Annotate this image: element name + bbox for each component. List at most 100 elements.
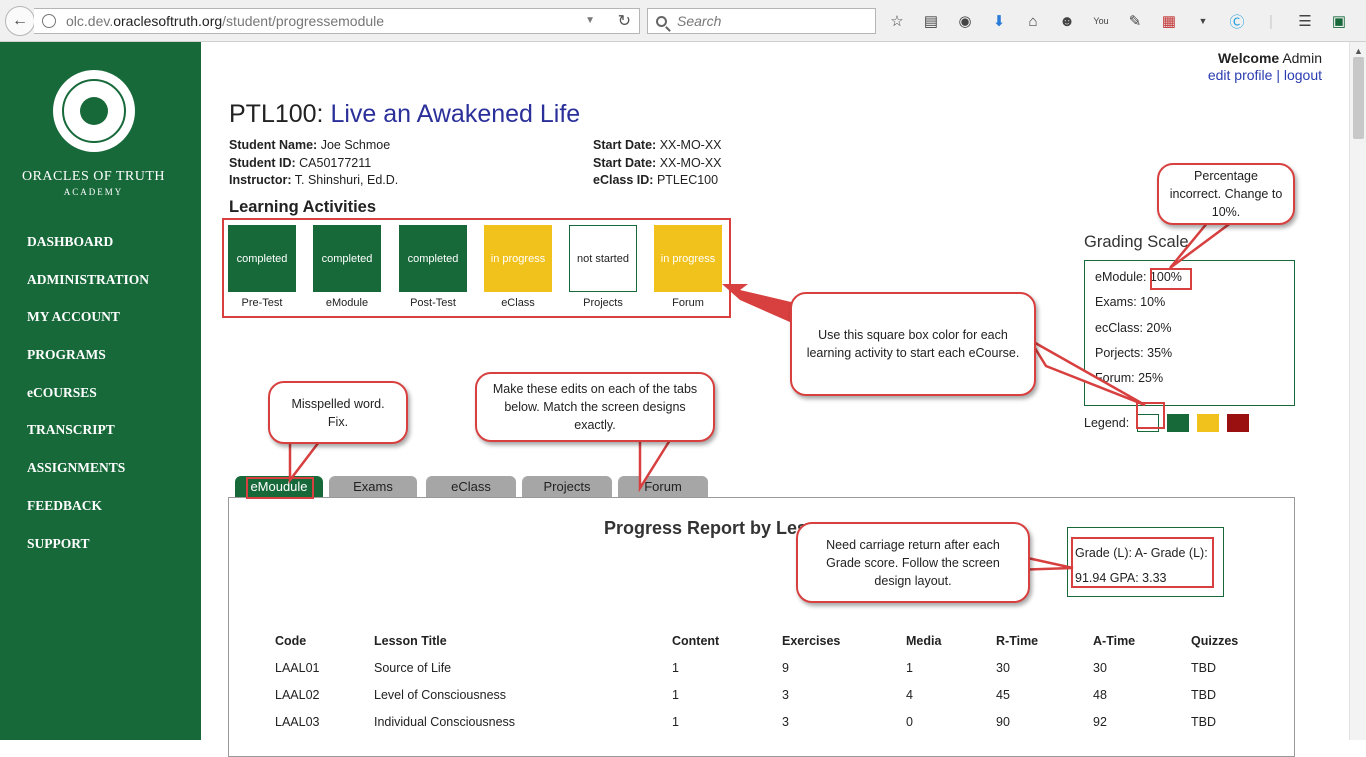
tab-exams[interactable]: Exams [329,476,417,497]
student-name: Joe Schmoe [320,138,391,152]
url-bar[interactable]: olc.dev.oraclesoftruth.org/student/progr… [34,8,640,34]
student-info-right: Start Date: XX-MO-XX Start Date: XX-MO-X… [593,138,722,187]
tab-forum[interactable]: Forum [618,476,708,497]
cell-lesson-title: Individual Consciousness [374,714,516,729]
sidebar-item-support[interactable]: SUPPORT [27,531,149,569]
callout-square-box: Use this square box color for each learn… [790,292,1036,396]
logout-link[interactable]: logout [1284,67,1322,83]
activity-status-box: completed [228,225,296,292]
col-a-time: A-Time [1093,633,1136,648]
cell-content: 1 [672,714,679,729]
cell-code: LAAL03 [275,714,320,729]
highlight-legend-swatch [1136,402,1165,429]
callout-percentage: Percentage incorrect. Change to 10%. [1157,163,1295,225]
sidebar-item-ecourses[interactable]: eCOURSES [27,380,149,418]
clipboard-icon[interactable]: ▤ [920,10,942,32]
browser-toolbar: ← olc.dev.oraclesoftruth.org/student/pro… [0,0,1366,42]
report-title: Progress Report by Less [604,518,818,538]
table-row[interactable]: LAAL03 Individual Consciousness 1 3 0 90… [275,708,1261,735]
chat-icon[interactable]: ☻ [1056,10,1078,32]
search-icon [656,15,667,27]
callout-edits: Make these edits on each of the tabs bel… [475,372,715,442]
activity-forum[interactable]: in progress Forum [654,225,722,309]
student-info-left: Student Name: Joe Schmoe Student ID: CA5… [229,138,399,187]
youtube-icon[interactable]: You [1090,10,1112,32]
welcome-user: Admin [1282,50,1322,66]
cell-exercises: 3 [782,687,789,702]
cell-media: 4 [906,687,913,702]
highlight-grade-summary [1071,537,1214,588]
dropdown-icon[interactable]: ▼ [1192,10,1214,32]
sidebar-item-programs[interactable]: PROGRAMS [27,342,149,380]
sidebar-item-my-account[interactable]: MY ACCOUNT [27,304,149,342]
activity-status-box: in progress [484,225,552,292]
sidebar-item-transcript[interactable]: TRANSCRIPT [27,417,149,455]
table-header-row: Code Lesson Title Content Exercises Medi… [275,627,1261,654]
highlight-tab-emodule [246,477,314,499]
bookmark-star-icon[interactable]: ☆ [886,10,908,32]
activity-pre-test[interactable]: completed Pre-Test [228,225,296,309]
table-row[interactable]: LAAL02 Level of Consciousness 1 3 4 45 4… [275,681,1261,708]
lessons-table: Code Lesson Title Content Exercises Medi… [275,627,1261,735]
tab-projects[interactable]: Projects [522,476,612,497]
cell-r-time: 30 [996,660,1010,675]
brush-icon[interactable]: ✎ [1124,10,1146,32]
student-id: CA50177211 [299,155,372,170]
edit-profile-link[interactable]: edit profile [1208,67,1273,83]
logo-seal-icon[interactable] [53,70,135,152]
page-scrollbar[interactable]: ▲ [1349,42,1366,740]
callout-carriage-return: Need carriage return after each Grade sc… [796,522,1030,603]
activity-status-box: completed [399,225,467,292]
tab-eclass[interactable]: eClass [426,476,516,497]
start-date: XX-MO-XX [659,138,722,152]
url-text: olc.dev.oraclesoftruth.org/student/progr… [66,13,385,29]
activity-label: eClass [501,297,535,309]
cell-media: 0 [906,714,913,729]
skype-icon[interactable]: Ⓒ [1226,10,1248,32]
sidebar-item-dashboard[interactable]: DASHBOARD [27,229,149,267]
addon-icon[interactable]: ▣ [1328,10,1350,32]
activity-label: eModule [325,297,369,309]
logo-name: ORACLES OF TRUTH [21,169,166,184]
activity-emodule[interactable]: completed eModule [313,225,381,309]
table-row[interactable]: LAAL01 Source of Life 1 9 1 30 30 TBD [275,654,1261,681]
download-icon[interactable]: ⬇ [988,10,1010,32]
activity-status-box: not started [569,225,637,292]
addon-dropdown-icon[interactable]: ▼ [1362,10,1366,32]
legend-swatch-completed [1167,414,1190,432]
scroll-up-icon[interactable]: ▲ [1354,46,1363,56]
callout-misspelled: Misspelled word. Fix. [268,381,408,444]
search-bar[interactable]: Search [647,8,876,34]
instructor-name: T. Shinshuri, Ed.D. [294,173,399,187]
cell-a-time: 92 [1093,714,1107,729]
menu-icon[interactable]: ☰ [1294,10,1316,32]
home-icon[interactable]: ⌂ [1022,10,1044,32]
cell-quizzes: TBD [1191,714,1216,729]
activity-eclass[interactable]: in progress eClass [484,225,552,309]
activity-projects[interactable]: not started Projects [569,225,637,309]
url-dropdown-icon[interactable]: ▼ [585,15,595,26]
activity-label: Projects [583,297,623,309]
activity-post-test[interactable]: completed Post-Test [399,225,467,309]
sidebar-item-assignments[interactable]: ASSIGNMENTS [27,455,149,493]
sidebar-item-administration[interactable]: ADMINISTRATION [27,267,149,305]
back-arrow-icon[interactable]: ← [5,6,35,36]
pocket-icon[interactable]: ◉ [954,10,976,32]
col-lesson-title: Lesson Title [374,633,447,648]
learning-activities-title: Learning Activities [229,198,377,216]
legend-swatch-in-progress [1197,414,1220,432]
sidebar-item-feedback[interactable]: FEEDBACK [27,493,149,531]
col-exercises: Exercises [782,633,841,648]
sidebar-nav: DASHBOARD ADMINISTRATION MY ACCOUNT PROG… [27,229,149,568]
col-media: Media [906,633,942,648]
scroll-thumb[interactable] [1353,57,1364,139]
pdf-icon[interactable]: ▦ [1158,10,1180,32]
col-r-time: R-Time [996,633,1039,648]
learning-activities: completed Pre-Test completed eModule com… [222,218,731,318]
col-code: Code [275,633,307,648]
logo-subtitle: ACADEMY [63,187,124,197]
reload-icon[interactable]: ↻ [618,11,631,31]
cell-content: 1 [672,687,679,702]
cell-lesson-title: Level of Consciousness [374,687,507,702]
search-placeholder: Search [677,13,722,29]
